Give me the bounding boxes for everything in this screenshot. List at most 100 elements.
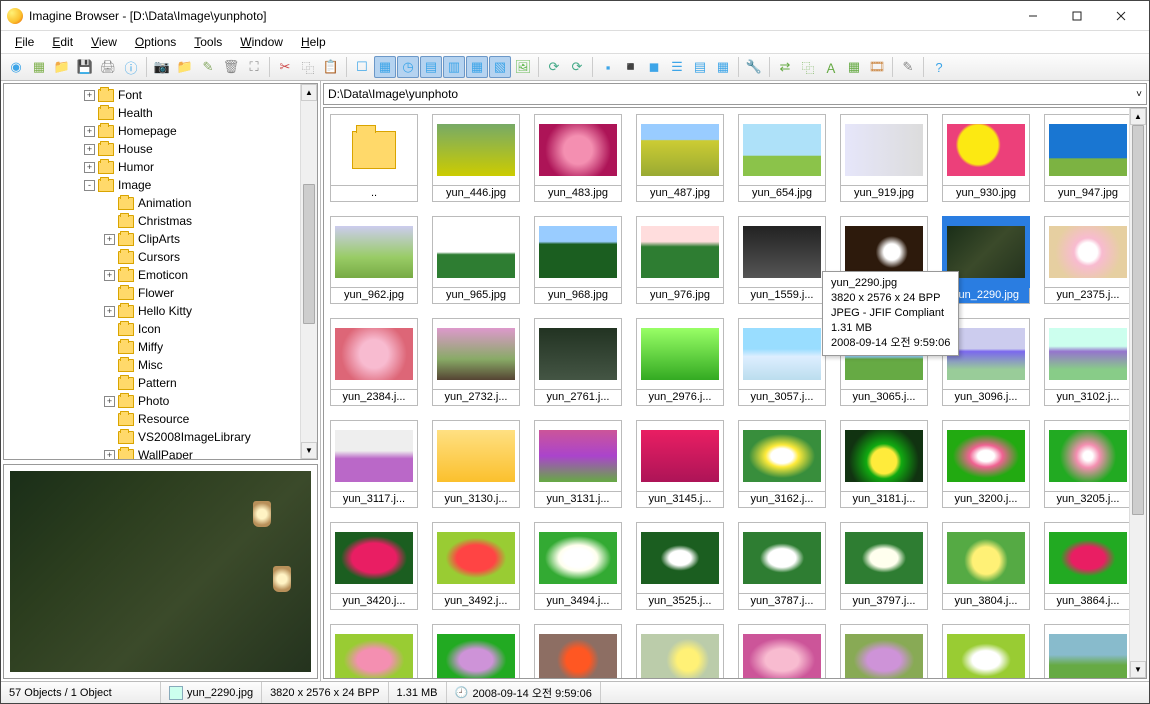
- toolbar-create-animation[interactable]: 🎞: [866, 56, 888, 78]
- tree-item-house[interactable]: +House: [4, 140, 317, 158]
- thumbnail-item[interactable]: yun_3420.j...: [330, 522, 418, 610]
- thumbnail-item[interactable]: yun_3145.j...: [636, 420, 724, 508]
- thumbnail-item[interactable]: yun_3162.j...: [738, 420, 826, 508]
- thumbnail-item[interactable]: yun_3131.j...: [534, 420, 622, 508]
- thumbnail-item[interactable]: yun_3181.j...: [840, 420, 928, 508]
- thumbnail-item[interactable]: yun_4103.j...: [636, 624, 724, 679]
- toolbar-help[interactable]: ?: [928, 56, 950, 78]
- thumbnail-item[interactable]: yun_3797.j...: [840, 522, 928, 610]
- address-bar[interactable]: D:\Data\Image\yunphoto ˅: [323, 83, 1147, 105]
- tree-item-image[interactable]: -Image: [4, 176, 317, 194]
- expand-icon[interactable]: +: [104, 234, 115, 245]
- expand-icon[interactable]: +: [84, 126, 95, 137]
- thumbnail-item[interactable]: yun_930.jpg: [942, 114, 1030, 202]
- thumbnail-item[interactable]: yun_962.jpg: [330, 216, 418, 304]
- thumbnail-item[interactable]: yun_2976.j...: [636, 318, 724, 406]
- toolbar-view-fullscreen[interactable]: ◉: [5, 56, 27, 78]
- toolbar-save[interactable]: 💾: [74, 56, 96, 78]
- tree-item-font[interactable]: +Font: [4, 86, 317, 104]
- close-button[interactable]: [1099, 2, 1143, 30]
- thumbnail-item[interactable]: yun_3494.j...: [534, 522, 622, 610]
- toolbar-batch[interactable]: ⿻: [797, 56, 819, 78]
- expand-icon[interactable]: +: [104, 396, 115, 407]
- toolbar-thumb-list[interactable]: ☰: [666, 56, 688, 78]
- tree-item-pattern[interactable]: Pattern: [4, 374, 317, 392]
- scroll-down-button[interactable]: ▼: [1130, 661, 1146, 678]
- menu-options[interactable]: Options: [127, 33, 184, 51]
- scroll-thumb[interactable]: [1132, 125, 1144, 515]
- thumbnail-item[interactable]: yun_2732.j...: [432, 318, 520, 406]
- thumbnail-item[interactable]: yun_446.jpg: [432, 114, 520, 202]
- address-dropdown-icon[interactable]: ˅: [1136, 89, 1142, 100]
- toolbar-slideshow[interactable]: ▦: [28, 56, 50, 78]
- minimize-button[interactable]: [1011, 2, 1055, 30]
- tree-item-resource[interactable]: Resource: [4, 410, 317, 428]
- tree-item-christmas[interactable]: Christmas: [4, 212, 317, 230]
- tree-item-miffy[interactable]: Miffy: [4, 338, 317, 356]
- menu-view[interactable]: View: [83, 33, 125, 51]
- thumbnail-item[interactable]: yun_2375.j...: [1044, 216, 1132, 304]
- expand-icon[interactable]: +: [104, 450, 115, 461]
- expand-icon[interactable]: +: [84, 90, 95, 101]
- toolbar-thumb-tile[interactable]: ▦: [712, 56, 734, 78]
- tree-item-health[interactable]: Health: [4, 104, 317, 122]
- thumbnail-item[interactable]: yun_3102.j...: [1044, 318, 1132, 406]
- toolbar-batch-rename[interactable]: Ａ: [820, 56, 842, 78]
- thumbnail-item[interactable]: yun_3525.j...: [636, 522, 724, 610]
- toolbar-info[interactable]: ⓘ: [120, 56, 142, 78]
- thumb-scrollbar[interactable]: ▲ ▼: [1129, 108, 1146, 678]
- menu-tools[interactable]: Tools: [186, 33, 230, 51]
- scroll-up-button[interactable]: ▲: [301, 84, 317, 101]
- thumbnail-item[interactable]: yun_3787.j...: [738, 522, 826, 610]
- tree-scrollbar[interactable]: ▲ ▼: [300, 84, 317, 459]
- toolbar-open-folder[interactable]: 📁: [51, 56, 73, 78]
- toolbar-view-mode-4[interactable]: ▥: [443, 56, 465, 78]
- thumbnail-item[interactable]: yun_1559.j...: [738, 216, 826, 304]
- toolbar-rename[interactable]: ✎: [197, 56, 219, 78]
- tree-item-cursors[interactable]: Cursors: [4, 248, 317, 266]
- toolbar-thumb-small[interactable]: ▪: [597, 56, 619, 78]
- scroll-thumb[interactable]: [303, 184, 315, 324]
- toolbar-copy[interactable]: ⿻: [297, 56, 319, 78]
- thumbnail-item[interactable]: [942, 624, 1030, 679]
- tree-item-photo[interactable]: +Photo: [4, 392, 317, 410]
- toolbar-thumb-detail[interactable]: ▤: [689, 56, 711, 78]
- expand-icon[interactable]: +: [104, 270, 115, 281]
- menu-window[interactable]: Window: [232, 33, 291, 51]
- thumbnail-item[interactable]: yun_3057.j...: [738, 318, 826, 406]
- maximize-button[interactable]: [1055, 2, 1099, 30]
- thumbnail-item[interactable]: yun_3804.j...: [942, 522, 1030, 610]
- toolbar-view-mode-6[interactable]: ▧: [489, 56, 511, 78]
- menu-edit[interactable]: Edit: [44, 33, 81, 51]
- toolbar-pictures[interactable]: 🖼: [512, 56, 534, 78]
- toolbar-refresh-tree[interactable]: ⟳: [543, 56, 565, 78]
- thumbnail-item[interactable]: yun_919.jpg: [840, 114, 928, 202]
- tree-item-emoticon[interactable]: +Emoticon: [4, 266, 317, 284]
- thumbnail-item[interactable]: yun_2761.j...: [534, 318, 622, 406]
- toolbar-print[interactable]: 🖨: [97, 56, 119, 78]
- expand-icon[interactable]: +: [84, 162, 95, 173]
- thumbnail-item[interactable]: yun_976.jpg: [636, 216, 724, 304]
- toolbar-thumb-medium[interactable]: ◾: [620, 56, 642, 78]
- thumbnail-item[interactable]: yun_654.jpg: [738, 114, 826, 202]
- tree-item-hello-kitty[interactable]: +Hello Kitty: [4, 302, 317, 320]
- thumbnail-item[interactable]: yun_3117.j...: [330, 420, 418, 508]
- tree-item-humor[interactable]: +Humor: [4, 158, 317, 176]
- thumbnail-item[interactable]: yun_947.jpg: [1044, 114, 1132, 202]
- scroll-down-button[interactable]: ▼: [301, 442, 317, 459]
- tree-item-misc[interactable]: Misc: [4, 356, 317, 374]
- scroll-up-button[interactable]: ▲: [1130, 108, 1146, 125]
- toolbar-delete[interactable]: 🗑: [220, 56, 242, 78]
- tree-item-cliparts[interactable]: +ClipArts: [4, 230, 317, 248]
- toolbar-paste[interactable]: 📋: [320, 56, 342, 78]
- toolbar-thumb-large[interactable]: ◼: [643, 56, 665, 78]
- thumbnail-item[interactable]: yun_968.jpg: [534, 216, 622, 304]
- toolbar-camera[interactable]: 📷: [151, 56, 173, 78]
- tree-item-animation[interactable]: Animation: [4, 194, 317, 212]
- thumbnail-item[interactable]: yun_3205.j...: [1044, 420, 1132, 508]
- thumbnail-item[interactable]: yun_2384.j...: [330, 318, 418, 406]
- thumbnail-item[interactable]: [1044, 624, 1132, 679]
- tree-item-homepage[interactable]: +Homepage: [4, 122, 317, 140]
- toolbar-new-folder[interactable]: 📁: [174, 56, 196, 78]
- thumbnail-item[interactable]: yun_483.jpg: [534, 114, 622, 202]
